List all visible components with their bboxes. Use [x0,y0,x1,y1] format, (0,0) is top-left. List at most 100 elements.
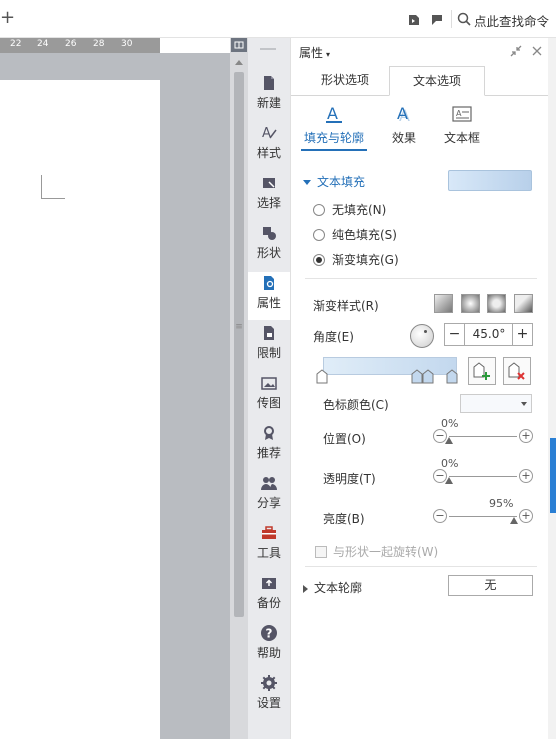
ruler-tick: 26 [65,39,77,49]
brightness-slider[interactable]: − 95% + [433,497,533,526]
slider-increase-button[interactable]: + [519,429,533,443]
add-stop-button[interactable] [468,357,496,385]
radio-label: 无填充(N) [332,203,387,217]
radio-circle [313,204,325,216]
angle-spinner[interactable]: − 45.0° + [444,323,533,346]
angle-decrement-button[interactable]: − [445,324,465,345]
scrollbar-thumb[interactable] [234,72,244,617]
scroll-up-arrow[interactable] [235,60,243,65]
slider-increase-button[interactable]: + [519,509,533,523]
collapse-arrows-icon[interactable] [510,45,522,57]
dock-item-shape[interactable]: 形状 [248,222,290,270]
slider-knob[interactable] [445,477,453,484]
dock-item-restrict[interactable]: 限制 [248,322,290,370]
properties-icon [264,276,274,290]
backup-icon [262,578,276,589]
dock-item-backup[interactable]: 备份 [248,572,290,620]
dial-dot [424,330,427,333]
slider-track [449,516,517,517]
dock-item-label: 属性 [256,296,281,310]
collapse-triangle-icon [303,584,308,593]
position-slider[interactable]: − 0% + [433,417,533,446]
document-page[interactable] [0,80,160,739]
gradient-style-radial[interactable] [461,294,480,313]
slider-track [449,436,517,437]
panel-menu-caret[interactable]: ▾ [326,50,330,59]
radio-label: 纯色填充(S) [332,228,397,242]
slider-increase-button[interactable]: + [519,469,533,483]
dock-item-new[interactable]: 新建 [248,72,290,120]
transparency-slider[interactable]: − 0% + [433,457,533,486]
subtab-label: 文本框 [443,131,480,145]
subtab-fill-outline[interactable]: A 填充与轮廓 [304,104,364,146]
dock-item-settings[interactable]: 设置 [248,672,290,720]
slider-knob[interactable] [445,437,453,444]
shape-icon [263,227,276,240]
radio-gradient-fill[interactable]: 渐变填充(G) [313,251,399,268]
dock-item-properties[interactable]: 属性 [248,272,290,320]
splitter-grip-icon[interactable]: ≡ [234,322,244,332]
stop-color-dropdown[interactable] [460,394,532,413]
gradient-stop-marker[interactable] [446,369,458,384]
slider-value: 0% [441,417,459,430]
close-icon[interactable] [531,45,543,57]
gradient-stop-marker[interactable] [422,369,434,384]
slider-knob[interactable] [509,517,518,524]
svg-text:A: A [456,109,462,118]
outline-value-button[interactable]: 无 [448,575,533,596]
text-effect-icon: AA [397,104,410,124]
dock-item-label: 推荐 [256,446,281,460]
gradient-style-path[interactable] [514,294,533,313]
dock-item-share[interactable]: 分享 [248,472,290,520]
tab-text-options[interactable]: 文本选项 [389,66,485,96]
subtab-label: 填充与轮廓 [304,131,365,145]
stop-color-label: 色标颜色(C) [323,398,389,412]
slider-decrease-button[interactable]: − [433,509,447,523]
gradient-style-linear[interactable] [434,294,453,313]
document-tool-icon[interactable] [407,13,421,27]
text-outline-header[interactable]: 文本轮廓 [303,579,362,596]
radio-solid-fill[interactable]: 纯色填充(S) [313,226,397,243]
gradient-stop-marker[interactable] [316,369,328,384]
radio-circle-selected [313,254,325,266]
subtab-textbox[interactable]: A 文本框 [432,104,492,146]
dock-item-label: 分享 [256,496,281,510]
tab-shape-options[interactable]: 形状选项 [301,66,389,96]
svg-text:?: ? [266,627,273,641]
side-expand-tab[interactable] [550,438,556,513]
settings-icon [261,675,277,691]
dock-item-label: 帮助 [256,646,281,660]
remove-stop-button[interactable] [503,357,531,385]
subtab-effects[interactable]: AA 效果 [374,104,434,146]
command-search-label[interactable]: 点此查找命令 [474,11,549,30]
angle-increment-button[interactable]: + [512,324,532,345]
radio-no-fill[interactable]: 无填充(N) [313,201,386,218]
text-fill-header[interactable]: 文本填充 [303,173,365,190]
svg-text:A: A [262,126,271,141]
angle-value[interactable]: 45.0° [466,327,512,341]
fill-preview-swatch[interactable] [448,170,532,191]
dock-item-upload-image[interactable]: 传图 [248,372,290,420]
gradient-style-rectangular[interactable] [487,294,506,313]
rotate-with-shape-checkbox[interactable]: 与形状一起旋转(W) [315,543,438,560]
vertical-scrollbar[interactable]: ≡ [230,38,248,739]
gradient-bar[interactable] [323,357,457,375]
search-icon[interactable] [457,12,471,26]
select-icon [263,178,275,188]
svg-text:A: A [399,106,410,124]
brightness-label: 亮度(B) [323,512,365,526]
dock-item-select[interactable]: 选择 [248,172,290,220]
angle-dial[interactable] [410,324,434,348]
horizontal-ruler: 22 24 26 28 30 [0,38,160,53]
panel-toggle-icon[interactable] [231,38,247,52]
document-area [0,53,230,739]
dock-item-tools[interactable]: 工具 [248,522,290,570]
dock-item-style[interactable]: A 样式 [248,122,290,170]
flag-icon[interactable] [430,13,444,27]
dock-item-help[interactable]: ? 帮助 [248,622,290,670]
panel-title[interactable]: 属性 ▾ [299,44,330,61]
restrict-icon [264,326,274,340]
dock-item-recommend[interactable]: 推荐 [248,422,290,470]
add-icon[interactable]: + [0,9,15,27]
radio-circle [313,229,325,241]
